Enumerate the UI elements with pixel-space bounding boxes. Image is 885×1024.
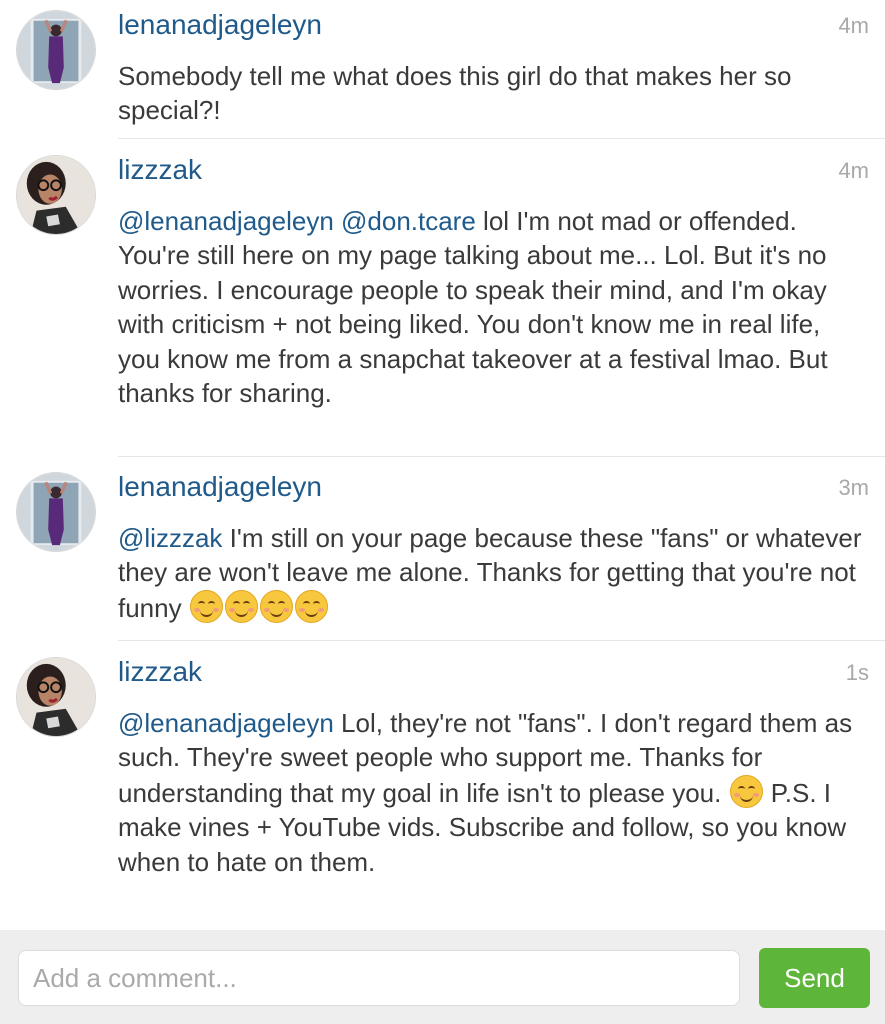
smiling-face-emoji-icon (189, 589, 223, 623)
avatar[interactable] (16, 10, 96, 90)
comment-mention[interactable]: @lizzzak (118, 523, 222, 553)
comment-body: Somebody tell me what does this girl do … (118, 61, 792, 126)
comment-text: Somebody tell me what does this girl do … (118, 59, 868, 128)
comment-mention[interactable]: @lenanadjageleyn @don.tcare (118, 206, 476, 236)
comment-input[interactable]: Add a comment... (18, 950, 740, 1006)
avatar-lizzzak-image (17, 658, 95, 736)
comment-divider (118, 640, 885, 641)
smiling-face-emoji-icon (259, 589, 293, 623)
smiling-face-emoji-icon (224, 589, 258, 623)
comment-timestamp: 4m (838, 13, 869, 38)
avatar-lizzzak-image (17, 156, 95, 234)
comment-divider (118, 456, 885, 457)
comment-username[interactable]: lenanadjageleyn (118, 8, 322, 42)
comment-text: @lizzzak I'm still on your page because … (118, 521, 868, 625)
comment-mention[interactable]: @lenanadjageleyn (118, 708, 334, 738)
avatar[interactable] (16, 657, 96, 737)
comment-composer: Add a comment... Send (0, 930, 885, 1024)
comment-timestamp: 3m (838, 475, 869, 500)
smiling-face-emoji-icon (729, 774, 763, 808)
comment-timestamp: 1s (845, 660, 869, 685)
avatar[interactable] (16, 472, 96, 552)
comment-text: @lenanadjageleyn @don.tcare lol I'm not … (118, 204, 868, 410)
avatar-lenanadjageleyn-image (17, 11, 95, 89)
comment-username[interactable]: lizzzak (118, 153, 202, 187)
comment-timestamp: 4m (838, 158, 869, 183)
send-button[interactable]: Send (759, 948, 870, 1008)
comment-username[interactable]: lizzzak (118, 655, 202, 689)
avatar-lenanadjageleyn-image (17, 473, 95, 551)
avatar[interactable] (16, 155, 96, 235)
comment-body: lol I'm not mad or offended. You're stil… (118, 206, 828, 409)
comment-text: @lenanadjageleyn Lol, they're not "fans"… (118, 706, 868, 879)
comment-username[interactable]: lenanadjageleyn (118, 470, 322, 504)
smiling-face-emoji-icon (294, 589, 328, 623)
comment-divider (118, 138, 885, 139)
